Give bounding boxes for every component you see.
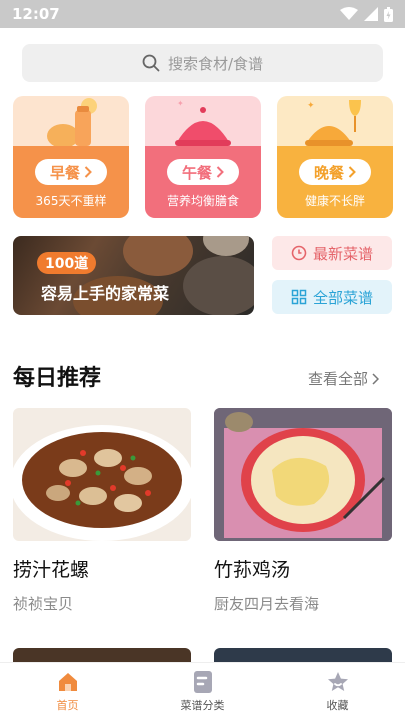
snail-dish-image: [13, 425, 191, 541]
system-icons: [340, 6, 393, 22]
view-all-link[interactable]: 查看全部: [308, 368, 379, 389]
battery-icon: [384, 6, 393, 22]
search-bar[interactable]: 搜索食材/食谱: [22, 44, 383, 82]
chicken-soup-image: [214, 408, 392, 541]
status-bar: 12:07: [0, 0, 405, 28]
breakfast-subtitle: 365天不重样: [35, 194, 107, 208]
bottom-tab-bar: 首页 菜谱分类 收藏: [0, 662, 405, 720]
status-time: 12:07: [12, 5, 60, 23]
chevron-right-icon: [216, 166, 224, 178]
tab-favorites[interactable]: 收藏: [270, 663, 405, 720]
latest-recipes-button[interactable]: 最新菜谱: [272, 236, 392, 270]
banner-food-image: [123, 236, 193, 276]
recipe-name[interactable]: 竹荪鸡汤: [214, 555, 290, 582]
tab-home[interactable]: 首页: [0, 663, 135, 720]
banner-food-image: [203, 236, 249, 256]
recipe-image[interactable]: [13, 408, 191, 541]
recipe-author: 厨友四月去看海: [214, 595, 320, 613]
dinner-illustration: ✦: [305, 100, 361, 146]
recipe-book-icon: [193, 671, 212, 693]
tab-recipe-category-label: 菜谱分类: [180, 699, 225, 712]
lunch-subtitle: 营养均衡膳食: [166, 194, 239, 208]
wifi-icon: [340, 7, 358, 20]
clock-icon: [291, 245, 307, 261]
dinner-label: 晚餐: [313, 163, 344, 182]
breakfast-illustration: [47, 98, 97, 148]
all-recipes-label: 全部菜谱: [312, 288, 373, 307]
lunch-button[interactable]: 午餐: [167, 159, 239, 185]
svg-text:✦: ✦: [307, 101, 315, 111]
breakfast-card[interactable]: 早餐 365天不重样: [13, 96, 129, 218]
all-recipes-button[interactable]: 全部菜谱: [272, 280, 392, 314]
banner-food-image: [183, 256, 254, 315]
grid-icon: [291, 289, 307, 305]
chevron-right-icon: [348, 166, 356, 178]
banner-title: 容易上手的家常菜: [41, 284, 170, 303]
tab-home-label: 首页: [56, 699, 79, 712]
dinner-button[interactable]: 晚餐: [299, 159, 371, 185]
star-icon: [327, 672, 348, 691]
dinner-subtitle: 健康不长胖: [304, 194, 365, 208]
tab-recipe-category[interactable]: 菜谱分类: [135, 663, 270, 720]
lunch-card[interactable]: ✦ 午餐 营养均衡膳食: [145, 96, 261, 218]
chevron-right-icon: [84, 166, 92, 178]
recipe-image[interactable]: [214, 408, 392, 541]
banner-tag: 100道: [37, 252, 97, 274]
chevron-right-icon: [372, 372, 379, 385]
breakfast-label: 早餐: [49, 163, 80, 182]
signal-icon: [364, 7, 378, 21]
tab-favorites-label: 收藏: [326, 699, 349, 712]
daily-recommend-title: 每日推荐: [13, 366, 102, 391]
svg-text:✦: ✦: [177, 99, 184, 108]
lunch-label: 午餐: [181, 163, 212, 182]
dinner-card[interactable]: ✦ 晚餐 健康不长胖: [277, 96, 393, 218]
recipe-name[interactable]: 捞汁花螺: [13, 555, 89, 582]
search-icon: [142, 54, 160, 72]
recipe-author: 祯祯宝贝: [13, 595, 74, 613]
latest-recipes-label: 最新菜谱: [312, 244, 373, 263]
home-cooking-banner[interactable]: 100道 容易上手的家常菜: [13, 236, 254, 315]
home-icon: [58, 673, 77, 691]
view-all-label: 查看全部: [307, 370, 368, 388]
breakfast-button[interactable]: 早餐: [35, 159, 107, 185]
search-placeholder: 搜索食材/食谱: [167, 54, 264, 73]
lunch-illustration: ✦: [175, 99, 231, 146]
